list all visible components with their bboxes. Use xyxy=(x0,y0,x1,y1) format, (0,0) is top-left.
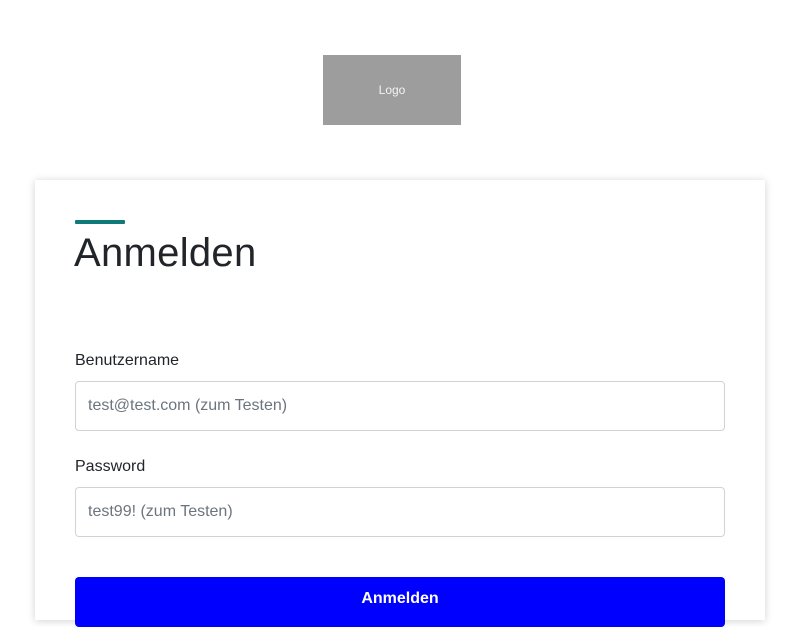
page-title: Anmelden xyxy=(74,231,257,275)
username-field[interactable] xyxy=(75,381,725,431)
title-accent-bar xyxy=(75,220,125,224)
username-label: Benutzername xyxy=(75,352,180,369)
password-label: Password xyxy=(75,458,146,475)
password-field[interactable] xyxy=(75,487,725,537)
logo: Logo xyxy=(323,55,461,125)
login-card: Anmelden Benutzername Password Anmelden xyxy=(35,180,765,627)
login-button[interactable]: Anmelden xyxy=(75,577,725,627)
